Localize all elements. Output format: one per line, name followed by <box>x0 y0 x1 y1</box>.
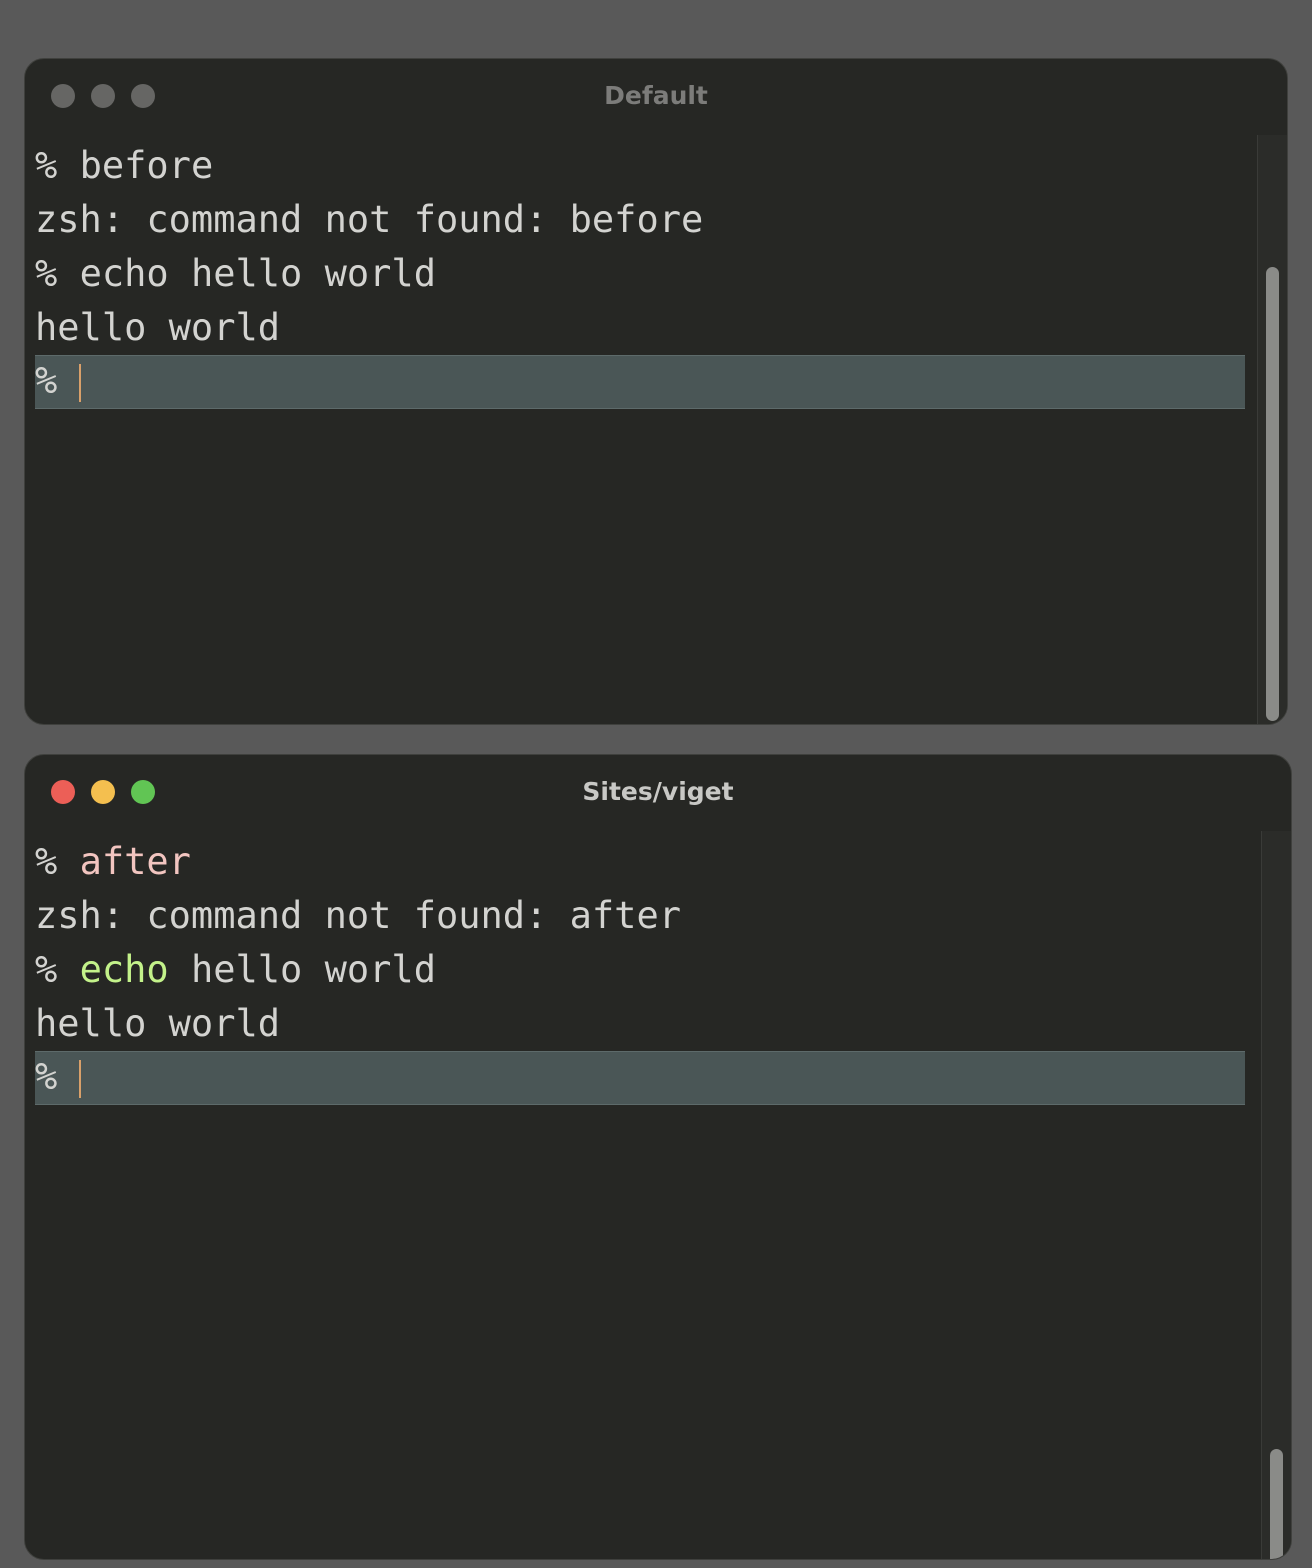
prompt: % <box>35 252 80 295</box>
terminal-line: % after <box>35 835 1261 889</box>
output-text: hello world <box>35 306 281 349</box>
prompt: % <box>35 840 80 883</box>
command-args: hello world <box>168 948 436 991</box>
command: echo <box>79 252 169 295</box>
terminal-line: % echo hello world <box>35 943 1261 997</box>
current-input-line[interactable]: % <box>35 1051 1245 1105</box>
prompt: % <box>35 1055 80 1098</box>
title-bar[interactable]: Sites/viget <box>25 755 1291 831</box>
window-title: Sites/viget <box>582 777 734 806</box>
scrollbar-thumb[interactable] <box>1266 267 1279 721</box>
terminal-output[interactable]: % after zsh: command not found: after % … <box>35 835 1261 1105</box>
terminal-line: % echo hello world <box>35 247 1257 301</box>
title-bar[interactable]: Default <box>25 59 1287 135</box>
scrollbar-thumb[interactable] <box>1270 1449 1283 1559</box>
prompt: % <box>35 144 80 187</box>
terminal-line: zsh: command not found: before <box>35 193 1257 247</box>
scrollbar-track[interactable] <box>1261 831 1291 1559</box>
terminal-line: % before <box>35 139 1257 193</box>
terminal-line: zsh: command not found: after <box>35 889 1261 943</box>
scrollbar-track[interactable] <box>1257 135 1287 724</box>
window-title: Default <box>604 81 708 110</box>
output-text: hello world <box>35 1002 281 1045</box>
prompt: % <box>35 948 80 991</box>
command: before <box>79 144 214 187</box>
prompt: % <box>35 359 80 402</box>
terminal-window-sites-viget[interactable]: Sites/viget % after zsh: command not fou… <box>24 754 1292 1560</box>
terminal-line: hello world <box>35 997 1261 1051</box>
terminal-line: hello world <box>35 301 1257 355</box>
text-cursor <box>79 1060 81 1098</box>
text-cursor <box>79 364 81 402</box>
output-text: zsh: command not found: after <box>35 894 682 937</box>
command: echo <box>79 948 169 991</box>
terminal-output[interactable]: % before zsh: command not found: before … <box>35 139 1257 409</box>
command: after <box>79 840 191 883</box>
current-input-line[interactable]: % <box>35 355 1245 409</box>
command-args: hello world <box>168 252 436 295</box>
terminal-window-default[interactable]: Default % before zsh: command not found:… <box>24 58 1288 725</box>
output-text: zsh: command not found: before <box>35 198 704 241</box>
